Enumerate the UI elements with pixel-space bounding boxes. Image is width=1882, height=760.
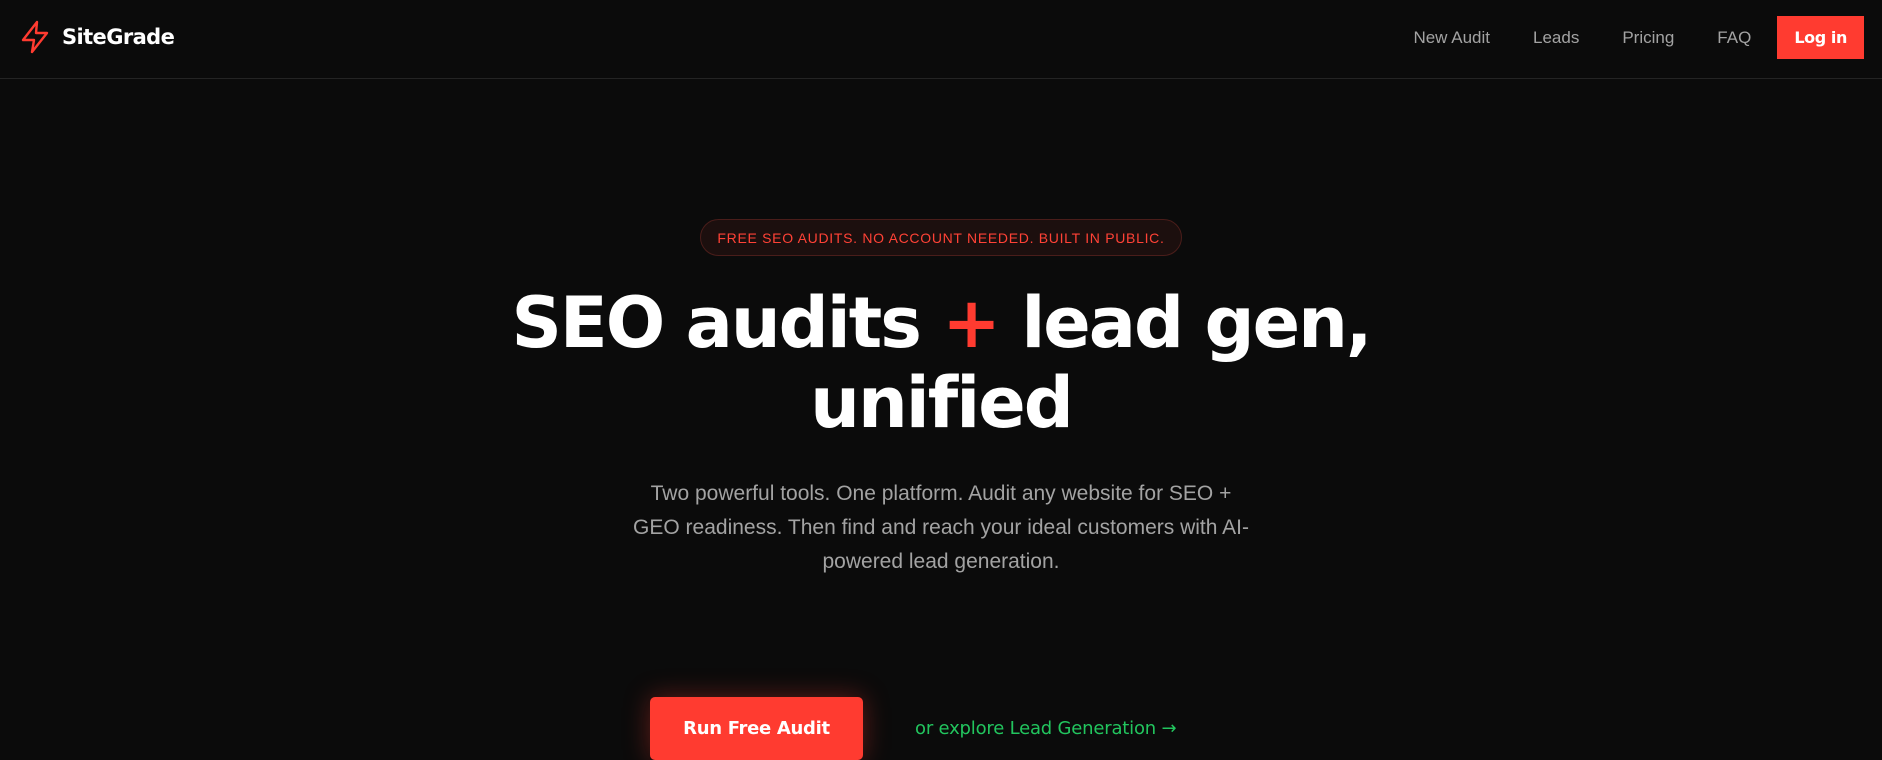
login-button[interactable]: Log in <box>1777 16 1864 59</box>
headline-line-2: unified <box>810 362 1074 444</box>
headline-line-1: SEO audits + lead gen, <box>441 283 1441 363</box>
headline-plus-symbol: + <box>942 282 1001 364</box>
nav-link-faq[interactable]: FAQ <box>1717 28 1751 48</box>
lightning-bolt-icon <box>21 20 49 54</box>
main-nav: New Audit Leads Pricing FAQ Log in <box>1413 16 1864 59</box>
explore-lead-generation-link[interactable]: or explore Lead Generation → <box>915 697 1177 760</box>
top-navigation: SiteGrade New Audit Leads Pricing FAQ Lo… <box>0 0 1882 79</box>
hero-subtitle: Two powerful tools. One platform. Audit … <box>633 482 1249 573</box>
run-free-audit-button[interactable]: Run Free Audit <box>650 697 863 760</box>
brand-name: SiteGrade <box>62 25 175 49</box>
nav-link-leads[interactable]: Leads <box>1533 28 1579 48</box>
announcement-badge: FREE SEO AUDITS. NO ACCOUNT NEEDED. BUIL… <box>700 219 1182 256</box>
nav-link-new-audit[interactable]: New Audit <box>1413 28 1490 48</box>
brand-logo[interactable]: SiteGrade <box>20 20 175 54</box>
nav-link-pricing[interactable]: Pricing <box>1622 28 1674 48</box>
hero-section: FREE SEO AUDITS. NO ACCOUNT NEEDED. BUIL… <box>0 79 1882 760</box>
headline-text-seo-audits: SEO audits <box>511 282 921 364</box>
hero-headline: SEO audits + lead gen, unified <box>441 283 1441 443</box>
headline-text-lead-gen: lead gen, <box>1021 282 1372 364</box>
